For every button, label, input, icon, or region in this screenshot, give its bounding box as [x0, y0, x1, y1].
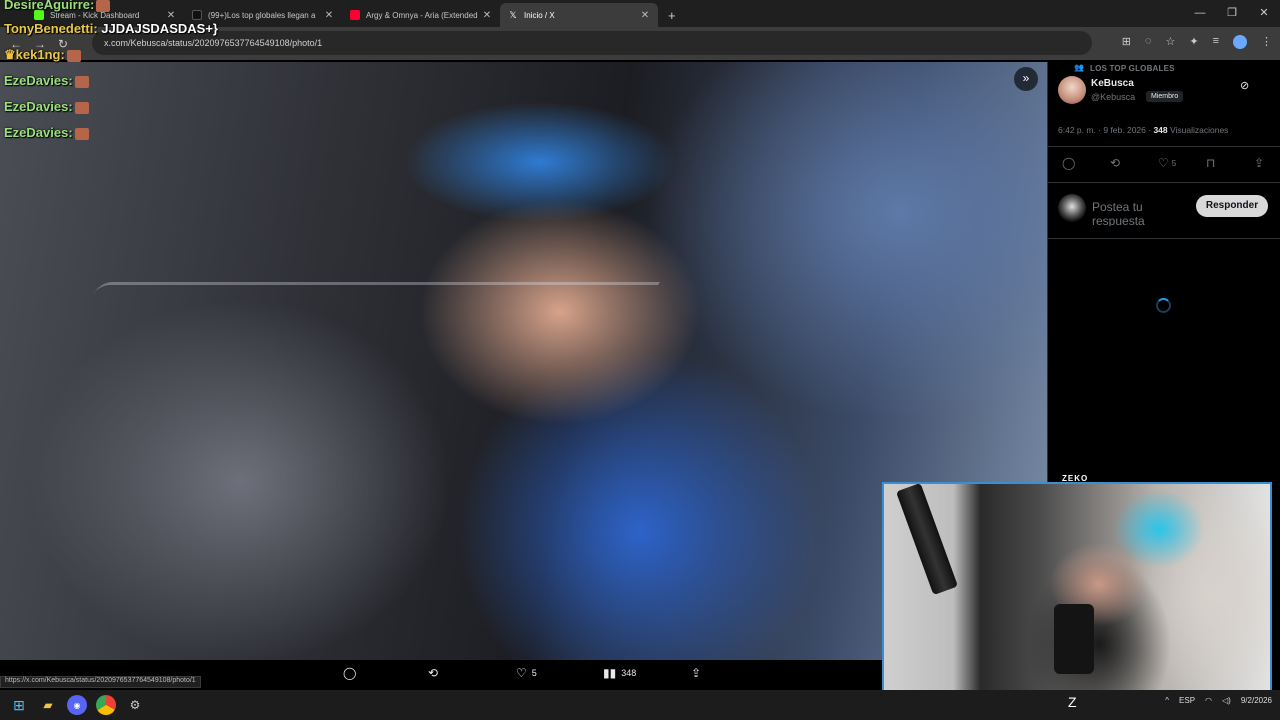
- tray-chevron-icon[interactable]: ^: [1165, 696, 1169, 705]
- chrome-icon[interactable]: [96, 695, 116, 715]
- clock[interactable]: 9/2/2026: [1241, 696, 1272, 705]
- chat-emote-icon: [96, 0, 111, 12]
- kick-studio-icon[interactable]: Z: [1068, 694, 1077, 710]
- eye-off-icon[interactable]: ◌: [1145, 35, 1152, 49]
- chat-line: EzeDavies:: [4, 73, 89, 88]
- reply-icon[interactable]: ◯: [1062, 156, 1075, 170]
- menu-kebab-icon[interactable]: ⋮: [1261, 35, 1272, 49]
- member-badge: Miembro: [1146, 91, 1184, 102]
- reply-submit-button[interactable]: Responder: [1196, 195, 1268, 217]
- restore-icon[interactable]: ❐: [1216, 0, 1248, 27]
- grok-icon[interactable]: ⊘: [1240, 79, 1249, 92]
- profile-avatar-icon[interactable]: [1233, 35, 1247, 49]
- install-app-icon[interactable]: ⊞: [1122, 35, 1131, 49]
- views-label: Visualizaciones: [1167, 125, 1229, 135]
- chat-emote-icon: [74, 101, 89, 114]
- crown-icon: ♛: [4, 47, 16, 62]
- settings-gear-icon[interactable]: ⚙: [125, 695, 145, 715]
- chat-line: EzeDavies:: [4, 125, 89, 140]
- x-favicon-icon: 𝕏: [509, 10, 517, 20]
- close-tab-icon[interactable]: ✕: [324, 10, 334, 21]
- language-indicator[interactable]: ESP: [1179, 696, 1195, 705]
- divider: [1048, 146, 1280, 147]
- bookmark-icon[interactable]: ⊓: [1206, 156, 1215, 170]
- car-window-reflection: [0, 282, 661, 660]
- loading-spinner-icon: [1156, 298, 1171, 313]
- heart-icon: ♡: [516, 666, 527, 680]
- chat-line: EzeDavies:: [4, 99, 89, 114]
- volume-icon[interactable]: ◁): [1222, 696, 1231, 705]
- like-button[interactable]: ♡ 5: [516, 666, 537, 680]
- reply-icon: ◯: [343, 666, 357, 680]
- window-controls: — ❐ ✕: [1184, 0, 1280, 27]
- tab-label: Argy & Omnya - Aria (Extended: [366, 10, 478, 20]
- discord-icon[interactable]: ◉: [67, 695, 87, 715]
- wifi-icon[interactable]: ◠: [1205, 696, 1212, 705]
- repost-icon: ⟲: [428, 666, 439, 680]
- extensions-icon[interactable]: ✦: [1189, 35, 1198, 49]
- date: 9/2/2026: [1240, 696, 1272, 705]
- divider: [1048, 182, 1280, 183]
- minimize-icon[interactable]: —: [1184, 0, 1216, 27]
- bookmark-star-icon[interactable]: ☆: [1165, 35, 1175, 49]
- reading-list-icon[interactable]: ≡: [1213, 35, 1219, 49]
- avatar: [1058, 194, 1086, 222]
- share-icon[interactable]: ⇪: [1254, 156, 1264, 170]
- views-button[interactable]: ▮▮ 348: [603, 666, 636, 680]
- tiktok-favicon-icon: [192, 10, 202, 20]
- screen: Stream - Kick Dashboard ✕ (99+)Los top g…: [0, 0, 1280, 720]
- tab-youtube[interactable]: Argy & Omnya - Aria (Extended ✕: [342, 3, 500, 27]
- close-tab-icon[interactable]: ✕: [482, 10, 492, 21]
- reply-input[interactable]: Postea tu respuesta: [1092, 200, 1182, 226]
- share-button[interactable]: ⇪: [691, 666, 701, 680]
- url-text: x.com/Kebusca/status/2020976537764549108…: [104, 38, 323, 48]
- youtube-favicon-icon: [350, 10, 360, 20]
- system-tray: ^ ESP ◠ ◁) 9/2/2026: [1165, 696, 1272, 705]
- avatar[interactable]: [1058, 76, 1086, 104]
- microphone-arm: [895, 484, 959, 596]
- new-tab-button[interactable]: +: [658, 8, 686, 27]
- chat-emote-icon: [74, 127, 89, 140]
- file-explorer-icon[interactable]: ▰: [38, 695, 58, 715]
- timestamp[interactable]: 6:42 p. m. · 9 feb. 2026 ·: [1058, 125, 1153, 135]
- toolbar-actions: ⊞ ◌ ☆ ✦ ≡ ⋮: [1122, 35, 1272, 49]
- chat-line: TonyBenedetti: JJDAJSDASDAS+}: [4, 21, 218, 36]
- mug: [1054, 604, 1094, 674]
- chat-line: ♛kek1ng:: [4, 47, 81, 63]
- chat-emote-icon: [74, 75, 89, 88]
- tweet-meta: 6:42 p. m. · 9 feb. 2026 · 348 Visualiza…: [1058, 125, 1228, 135]
- expand-sidebar-button[interactable]: »: [1014, 67, 1038, 91]
- windows-start-icon[interactable]: ⊞: [9, 695, 29, 715]
- link-status-bar: https://x.com/Kebusca/status/20209765377…: [0, 676, 201, 688]
- views-count: 348: [1153, 125, 1168, 135]
- tweet-actions: ◯ ⟲ ♡ 5 ⊓ ⇪: [1048, 156, 1280, 176]
- tab-x-home[interactable]: 𝕏 Inicio / X ✕: [500, 3, 658, 27]
- like-button[interactable]: ♡ 5: [1158, 156, 1176, 170]
- close-tab-icon[interactable]: ✕: [166, 10, 176, 21]
- chat-emote-icon: [66, 49, 81, 62]
- address-bar[interactable]: x.com/Kebusca/status/2020976537764549108…: [92, 31, 1092, 55]
- webcam-overlay: [882, 482, 1272, 700]
- reply-button[interactable]: ◯: [343, 666, 356, 680]
- repost-icon[interactable]: ⟲: [1110, 156, 1120, 170]
- community-name[interactable]: LOS TOP GLOBALES: [1090, 64, 1175, 73]
- heart-icon: ♡: [1158, 156, 1169, 170]
- close-window-icon[interactable]: ✕: [1248, 0, 1280, 27]
- repost-button[interactable]: ⟲: [428, 666, 438, 680]
- analytics-icon: ▮▮: [603, 666, 617, 680]
- windows-taskbar: ⊞ ▰ ◉ ⚙ ^ ESP ◠ ◁) 9/2/2026: [0, 690, 1280, 720]
- community-icon: 👥: [1074, 63, 1084, 72]
- tab-label: (99+)Los top globales llegan a: [208, 10, 316, 20]
- close-tab-icon[interactable]: ✕: [640, 10, 650, 21]
- divider: [1048, 238, 1280, 239]
- tab-label: Inicio / X: [524, 10, 555, 20]
- user-handle[interactable]: @Kebusca: [1091, 92, 1135, 102]
- display-name[interactable]: KeBusca: [1091, 78, 1134, 89]
- share-icon: ⇪: [691, 666, 702, 680]
- chat-line: DesireAguirre:: [4, 0, 111, 12]
